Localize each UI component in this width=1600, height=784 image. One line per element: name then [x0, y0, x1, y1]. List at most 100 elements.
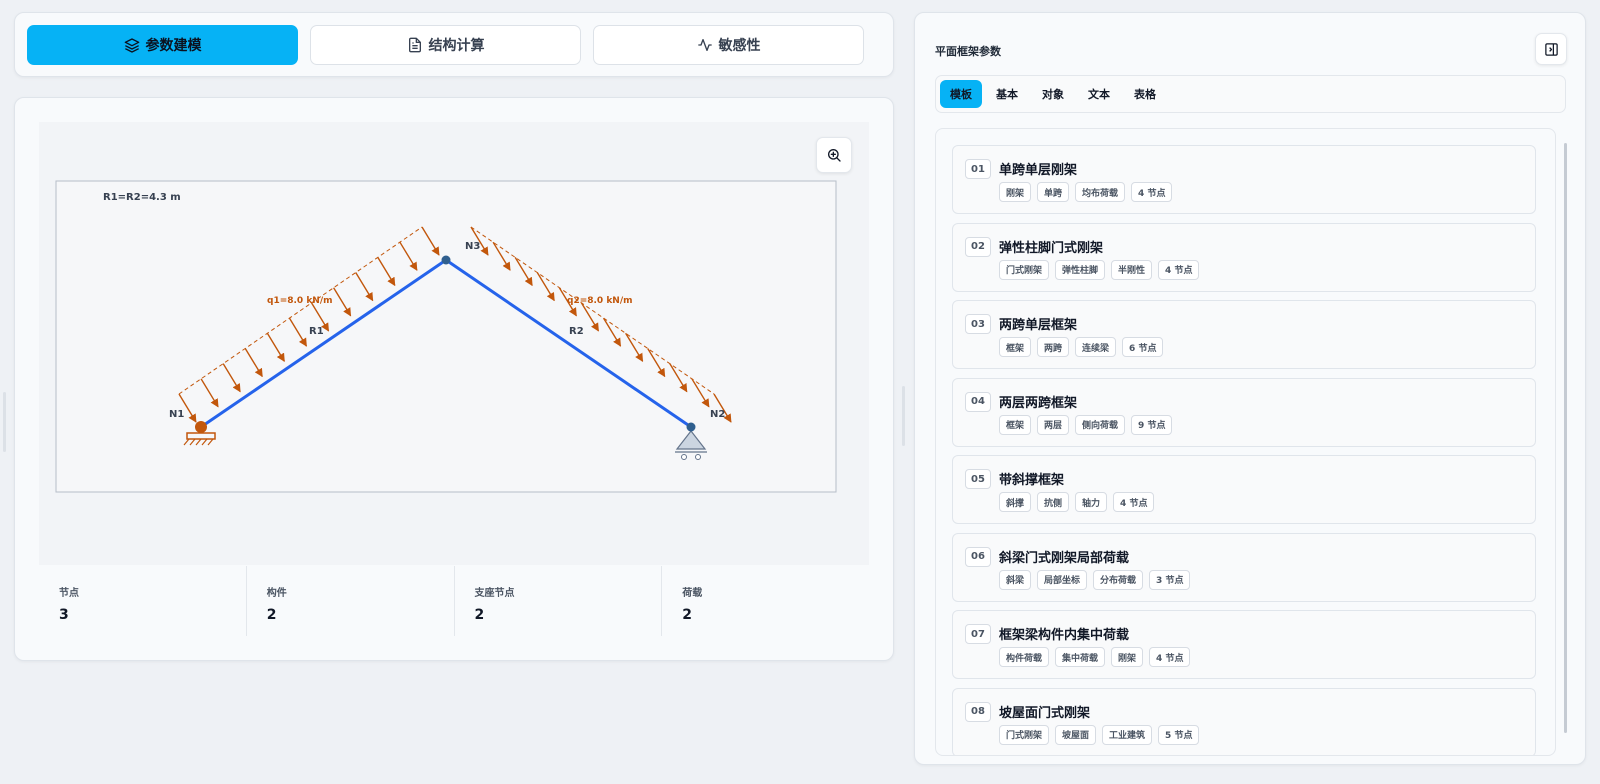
drawing-frame	[55, 180, 837, 493]
template-tags: 门式刚架 坡屋面 工业建筑 5 节点	[999, 724, 1200, 745]
node-n3[interactable]	[441, 255, 451, 265]
template-tag: 框架	[999, 337, 1032, 357]
model-canvas[interactable]: R1=R2=4.3 m N1 N2 N3 R1 R2 q1=8.0 kN/m q…	[39, 122, 869, 565]
stat-label: 荷载	[682, 588, 703, 599]
tab-structural-calculation[interactable]: 结构计算	[310, 25, 581, 65]
template-tag: 弹性柱脚	[1055, 259, 1106, 280]
frame-diagram: R1=R2=4.3 m N1 N2 N3 R1 R2 q1=8.0 kN/m q…	[55, 180, 837, 493]
template-tag: 单跨	[1037, 182, 1070, 202]
template-tag: 坡屋面	[1055, 724, 1097, 745]
template-tag: 构件荷载	[999, 647, 1050, 667]
template-tag: 斜撑	[999, 492, 1032, 512]
template-tag: 刚架	[1111, 647, 1144, 667]
node-label-n3: N3	[465, 241, 480, 252]
template-tags: 刚架 单跨 均布荷载 4 节点	[999, 182, 1173, 202]
template-title: 弹性柱脚门式刚架	[999, 240, 1104, 256]
panel-right-icon	[1544, 42, 1558, 56]
template-tag: 4 节点	[1158, 259, 1200, 280]
template-number: 02	[965, 236, 991, 257]
stat-label: 节点	[59, 588, 79, 599]
template-item[interactable]: 05 带斜撑框架斜撑 抗侧 轴力 4 节点	[952, 455, 1536, 524]
geometry-label: R1=R2=4.3 m	[103, 192, 181, 203]
template-number: 03	[965, 314, 991, 334]
template-tag: 门式刚架	[999, 259, 1050, 280]
template-tags: 构件荷载 集中荷载 刚架 4 节点	[999, 647, 1191, 667]
tab-label: 结构计算	[428, 38, 485, 54]
template-list[interactable]: 01 单跨单层刚架 刚架 单跨 均布荷载 4 节点 02 弹性柱脚门式刚架 门式刚架 弹性柱脚 半刚…	[935, 128, 1556, 756]
stat-value: 2	[682, 607, 692, 623]
member-label-r2: R2	[569, 326, 584, 337]
node-n2[interactable]	[686, 422, 696, 432]
stat-members: 构件 2	[247, 566, 455, 636]
template-item[interactable]: 03 两跨单层框架框架 两跨 连续梁 6 节点	[952, 300, 1536, 369]
template-tags: 框架 两跨 连续梁 6 节点	[999, 337, 1164, 357]
template-title: 带斜撑框架	[999, 473, 1065, 488]
template-tag: 集中荷载	[1055, 647, 1106, 667]
subtab-text[interactable]: 文本	[1078, 80, 1120, 108]
node-n1[interactable]	[195, 421, 207, 433]
template-tags: 框架 两层 侧向荷载 9 节点	[999, 414, 1173, 435]
template-tag: 4 节点	[1113, 492, 1155, 512]
template-tags: 门式刚架 弹性柱脚 半刚性 4 节点	[999, 259, 1200, 280]
node-label-n2: N2	[710, 409, 725, 420]
panel-subtabs: 模板 基本 对象 文本 表格	[935, 75, 1566, 113]
template-number: 07	[965, 624, 991, 644]
parameter-panel: 平面框架参数 模板 基本 对象 文本 表格 01 单跨单层刚架 刚架 单跨 均布荷载 4 …	[914, 12, 1586, 765]
stat-loads: 荷载 2	[662, 566, 869, 636]
template-tag: 门式刚架	[999, 724, 1050, 745]
template-tag: 半刚性	[1111, 259, 1153, 280]
template-number: 04	[965, 391, 991, 412]
template-tag: 工业建筑	[1102, 724, 1153, 745]
template-tag: 刚架	[999, 182, 1032, 202]
template-tag: 分布荷载	[1093, 569, 1144, 590]
layers-icon	[124, 38, 139, 53]
left-resize-handle[interactable]	[3, 392, 6, 452]
template-tag: 3 节点	[1149, 569, 1191, 590]
template-number: 08	[965, 701, 991, 722]
tab-label: 参数建模	[145, 38, 202, 54]
panel-resize-handle[interactable]	[902, 386, 905, 446]
stat-value: 2	[266, 607, 277, 623]
stat-value: 3	[59, 607, 69, 623]
subtab-basic[interactable]: 基本	[986, 80, 1028, 108]
stat-support-nodes: 支座节点 2	[455, 566, 663, 636]
template-list-scrollbar[interactable]	[1564, 143, 1567, 733]
template-tag: 9 节点	[1131, 414, 1173, 435]
load-label-q2: q2=8.0 kN/m	[567, 296, 633, 306]
model-stats-bar: 节点 3 构件 2 支座节点 2 荷载 2	[39, 566, 869, 636]
template-title: 单跨单层刚架	[999, 163, 1078, 178]
template-item[interactable]: 08 坡屋面门式刚架 门式刚架 坡屋面 工业建筑 5 节点	[952, 687, 1536, 755]
subtab-objects[interactable]: 对象	[1032, 80, 1074, 108]
template-item[interactable]: 04 两层两跨框架 框架 两层 侧向荷载 9 节点	[952, 377, 1536, 447]
subtab-table[interactable]: 表格	[1124, 80, 1166, 108]
template-item[interactable]: 02 弹性柱脚门式刚架 门式刚架 弹性柱脚 半刚性 4 节点	[952, 222, 1536, 292]
tab-sensitivity[interactable]: 敏感性	[593, 25, 864, 65]
subtab-templates[interactable]: 模板	[940, 80, 982, 108]
template-tag: 轴力	[1075, 492, 1108, 512]
template-item[interactable]: 07 框架梁构件内集中荷载 构件荷载 集中荷载 刚架 4 节点	[952, 610, 1536, 679]
node-label-n1: N1	[169, 409, 184, 420]
template-number: 05	[965, 469, 991, 489]
template-tag: 局部坐标	[1037, 569, 1088, 590]
template-tags: 斜梁 局部坐标 分布荷载 3 节点	[999, 569, 1191, 590]
template-tag: 5 节点	[1158, 724, 1200, 745]
template-tag: 6 节点	[1122, 337, 1164, 357]
template-tag: 4 节点	[1131, 182, 1173, 202]
template-tag: 侧向荷载	[1075, 414, 1126, 435]
template-title: 坡屋面门式刚架	[999, 705, 1091, 721]
stat-label: 支座节点	[474, 588, 515, 599]
zoom-in-button[interactable]	[816, 137, 852, 173]
pulse-icon	[697, 39, 712, 51]
template-tag: 两层	[1037, 414, 1070, 435]
template-tag: 两跨	[1037, 337, 1070, 357]
tab-parametric-modeling[interactable]: 参数建模	[27, 25, 298, 65]
template-item[interactable]: 01 单跨单层刚架刚架 单跨 均布荷载 4 节点	[952, 145, 1536, 214]
template-item[interactable]: 06 斜梁门式刚架局部荷载 斜梁 局部坐标 分布荷载 3 节点	[952, 532, 1536, 602]
template-number: 01	[965, 159, 991, 179]
collapse-panel-button[interactable]	[1535, 33, 1567, 65]
template-number: 06	[965, 546, 991, 567]
template-tags: 斜撑 抗侧 轴力 4 节点	[999, 492, 1155, 512]
stat-value: 2	[474, 607, 485, 623]
template-tag: 4 节点	[1149, 647, 1191, 667]
template-title: 两跨单层框架	[999, 318, 1078, 333]
